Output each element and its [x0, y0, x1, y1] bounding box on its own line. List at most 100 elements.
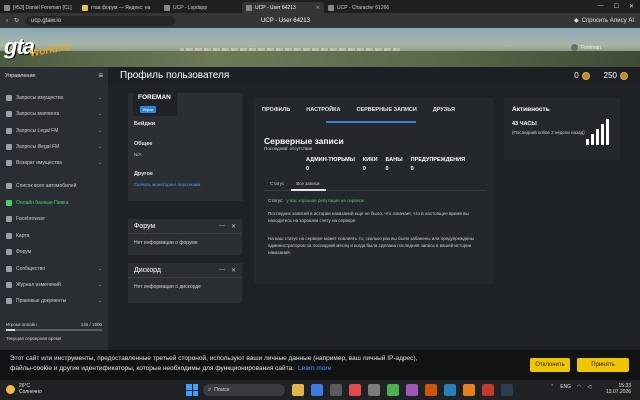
- chevron-up-icon[interactable]: ⌃: [550, 384, 554, 390]
- sidebar-item[interactable]: Карта: [0, 229, 108, 243]
- app-icon[interactable]: [406, 384, 418, 396]
- stat-admin-jail: АДМИН-ТЮРЬМЫ 0: [306, 157, 355, 172]
- changelog-icon: [6, 282, 12, 288]
- tab-friends[interactable]: ДРУЗЬЯ: [433, 107, 455, 113]
- gold-coin-icon: [620, 71, 628, 80]
- sidebar-item[interactable]: Сообщество ⌄: [0, 262, 108, 276]
- folder-icon: [6, 144, 12, 150]
- sidebar-item[interactable]: Форум: [0, 245, 108, 259]
- browser-tab-active[interactable]: UCP - User 64213 ✕: [242, 2, 324, 13]
- sidebar: Запросы имущество ⌄ Запросы маппинга ⌄ Зап…: [0, 84, 108, 350]
- search-icon: ⌕: [208, 386, 212, 393]
- hero-banner: [0, 28, 640, 67]
- tab-server-records[interactable]: СЕРВЕРНЫЕ ЗАПИСИ: [356, 107, 416, 113]
- sidebar-item-active[interactable]: Онлайн банные Пивка: [0, 196, 108, 210]
- sidebar-item[interactable]: Список всех автомобилей: [0, 179, 108, 193]
- forum-card-body: Нет информации о форуме: [134, 240, 198, 246]
- tab-favicon-icon: [164, 4, 170, 11]
- app-icon[interactable]: [311, 384, 323, 396]
- menu-icon[interactable]: ≡: [98, 71, 103, 80]
- close-icon[interactable]: ✕: [231, 223, 236, 230]
- discord-card-body: Нет информации о дискорде: [134, 284, 201, 290]
- collapse-icon[interactable]: —: [219, 223, 225, 230]
- subtab-status[interactable]: Статус: [270, 181, 284, 186]
- app-icon[interactable]: [482, 384, 494, 396]
- badges-label: Бейджи: [134, 121, 156, 127]
- ask-ai-button[interactable]: ◆ Спросить Алису AI: [574, 17, 634, 25]
- signal-bar: [606, 119, 609, 145]
- activity-note: (Последний online 2 недели назад): [512, 130, 585, 135]
- app-icon[interactable]: [387, 384, 399, 396]
- chevron-down-icon: ⌄: [97, 298, 102, 304]
- wifi-icon[interactable]: ◠: [577, 384, 581, 390]
- decline-cookies-button[interactable]: Отклонить: [530, 358, 570, 372]
- sidebar-item[interactable]: Возврат имущества ⌄: [0, 156, 108, 170]
- taskbar-clock[interactable]: 15:33 13.07.2026: [606, 383, 631, 395]
- close-tab-icon[interactable]: ✕: [316, 5, 320, 11]
- weather-widget[interactable]: 26°C Солнечно: [6, 383, 42, 395]
- browser-tab[interactable]: UCP - Character 61266: [324, 2, 406, 13]
- records-subtitle: Последний: отсутствие: [264, 146, 313, 151]
- general-label: Общее: [134, 141, 153, 147]
- tab-settings[interactable]: НАСТРОЙКА: [306, 107, 340, 113]
- subtab-all-records[interactable]: Все записи: [296, 181, 319, 186]
- car-icon: [6, 183, 12, 189]
- role-badge: Игрок: [140, 106, 156, 113]
- chevron-down-icon: ⌄: [97, 266, 102, 272]
- learn-more-link[interactable]: Learn more: [298, 365, 331, 372]
- sidebar-item[interactable]: Запросы имущество ⌄: [0, 91, 108, 105]
- user-menu[interactable]: Foreman: [571, 44, 601, 51]
- site-logo[interactable]: gta World.ru: [4, 30, 76, 64]
- app-icon[interactable]: [444, 384, 456, 396]
- maximize-icon[interactable]: ☐: [614, 3, 619, 10]
- app-icon[interactable]: [368, 384, 380, 396]
- browser-tab[interactable]: UCP - Lspdapp: [160, 2, 242, 13]
- sidebar-item[interactable]: Facebrowser: [0, 212, 108, 226]
- app-icon[interactable]: [425, 384, 437, 396]
- forum-icon: [6, 249, 12, 255]
- active-subtab-indicator: [291, 189, 326, 191]
- tab-profile[interactable]: ПРОФИЛЬ: [262, 107, 290, 113]
- return-icon: [6, 160, 12, 166]
- close-icon[interactable]: ✕: [231, 267, 236, 274]
- minimize-icon[interactable]: —: [598, 3, 604, 10]
- ai-icon: ◆: [574, 18, 579, 24]
- accept-cookies-button[interactable]: Принять: [577, 358, 629, 372]
- browser-tab[interactable]: [#53] Daniel Foreman [CL]: [0, 2, 78, 13]
- app-icon[interactable]: [330, 384, 342, 396]
- map-icon: [6, 233, 12, 239]
- collapse-icon[interactable]: —: [219, 267, 225, 274]
- volume-icon[interactable]: ◁: [587, 384, 591, 390]
- file-explorer-icon[interactable]: [292, 384, 304, 396]
- back-icon[interactable]: ‹: [6, 18, 8, 24]
- windows-start-icon[interactable]: [186, 384, 198, 396]
- folder-icon: [6, 128, 12, 134]
- sidebar-item[interactable]: Правовые документы ⌄: [0, 294, 108, 308]
- app-icon[interactable]: [501, 384, 513, 396]
- online-progress-bar: [6, 329, 102, 331]
- sidebar-item[interactable]: Запросы Illegal FM ⌄: [0, 140, 108, 154]
- stat-kicks: КИКИ 0: [362, 157, 378, 172]
- tab-favicon-icon: [82, 4, 88, 11]
- download-monitoring-link[interactable]: Скачать мониторинг персонажа: [134, 182, 200, 187]
- forum-card-title: Форум: [134, 222, 156, 230]
- browser-tab[interactable]: гтав форум — Яндекс: на: [78, 2, 160, 13]
- sidebar-item[interactable]: Запросы Legal FM ⌄: [0, 124, 108, 138]
- sidebar-item[interactable]: Запросы маппинга ⌄: [0, 107, 108, 121]
- folder-icon: [6, 95, 12, 101]
- general-value: N/A: [134, 152, 142, 157]
- folder-icon: [6, 111, 12, 117]
- stat-bans: БАНЫ 0: [385, 157, 403, 172]
- url-field[interactable]: ucp.gtaw.io: [25, 15, 176, 26]
- language-indicator[interactable]: ENG: [560, 384, 571, 390]
- coin-icon: [581, 71, 590, 80]
- chevron-down-icon: ⌄: [97, 128, 102, 134]
- signal-bar: [596, 129, 599, 145]
- app-icon[interactable]: [463, 384, 475, 396]
- sidebar-item[interactable]: Журнал изменений ⌄: [0, 278, 108, 292]
- refresh-icon[interactable]: ↻: [14, 17, 19, 24]
- yandex-browser-icon[interactable]: [349, 384, 361, 396]
- taskbar-search[interactable]: ⌕ Поиск: [203, 384, 285, 396]
- close-window-icon[interactable]: ✕: [629, 3, 634, 10]
- currency-display: 0 250: [574, 71, 628, 80]
